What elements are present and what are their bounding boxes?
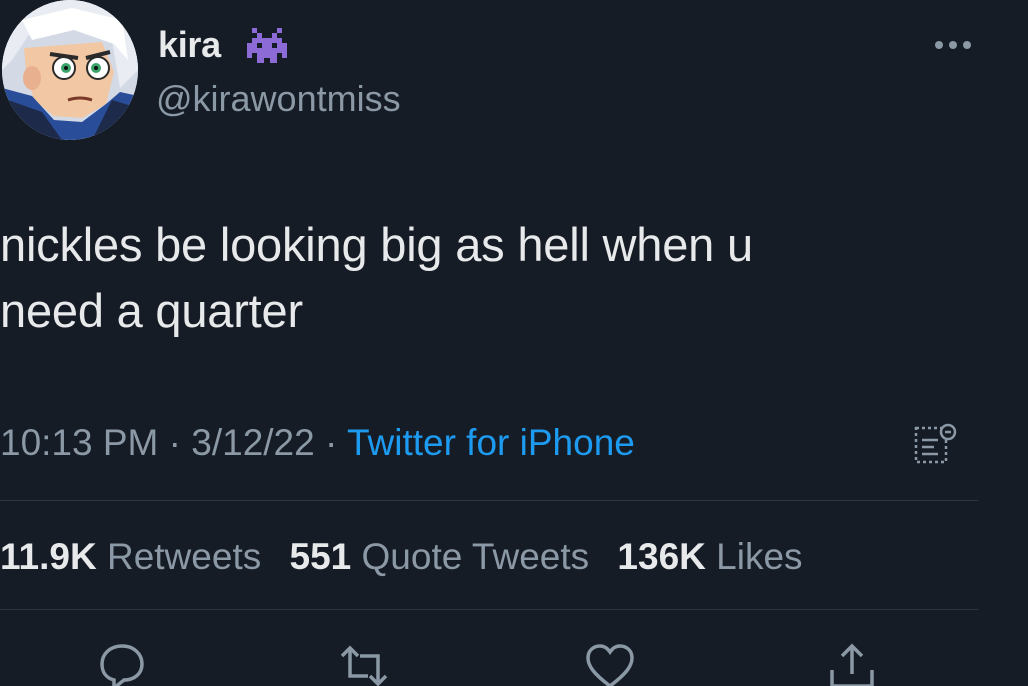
quote-tweets-stat[interactable]: 551 Quote Tweets	[290, 536, 590, 577]
meta-separator: ·	[158, 422, 192, 463]
likes-label: Likes	[716, 536, 803, 577]
quote-tweets-label: Quote Tweets	[361, 536, 590, 577]
likes-count: 136K	[617, 536, 706, 577]
divider	[0, 609, 978, 610]
retweets-label: Retweets	[106, 536, 262, 577]
avatar[interactable]	[2, 0, 138, 140]
tweet-source-link[interactable]: Twitter for iPhone	[347, 422, 635, 463]
meta-separator: ·	[314, 422, 347, 463]
tweet-meta: 10:13 PM · 3/12/22 · Twitter for iPhone	[0, 422, 635, 464]
share-icon[interactable]	[826, 640, 878, 686]
tweet-date[interactable]: 3/12/22	[191, 422, 314, 463]
retweet-icon[interactable]	[338, 640, 390, 686]
engagement-stats: 11.9K Retweets 551 Quote Tweets 136K Lik…	[0, 536, 821, 578]
avatar-illustration	[2, 0, 138, 140]
analytics-icon[interactable]	[912, 420, 958, 466]
tweet-text: nickles be looking big as hell when u ne…	[0, 212, 960, 344]
tweet-detail-page: kira @kirawontmiss nickles be looking bi…	[0, 0, 1028, 686]
retweets-count: 11.9K	[0, 536, 97, 577]
reply-icon[interactable]	[96, 640, 148, 686]
alien-monster-icon	[247, 28, 287, 63]
more-options-icon[interactable]	[934, 38, 972, 52]
likes-stat[interactable]: 136K Likes	[617, 536, 802, 577]
quote-tweets-count: 551	[289, 536, 352, 577]
retweets-stat[interactable]: 11.9K Retweets	[0, 536, 261, 577]
user-handle[interactable]: @kirawontmiss	[156, 78, 401, 120]
like-icon[interactable]	[584, 640, 636, 686]
tweet-time[interactable]: 10:13 PM	[0, 422, 158, 463]
display-name[interactable]: kira	[158, 24, 221, 66]
tweet-text-line: nickles be looking big as hell when u	[0, 218, 753, 271]
divider	[0, 500, 978, 501]
tweet-text-line: need a quarter	[0, 284, 303, 337]
